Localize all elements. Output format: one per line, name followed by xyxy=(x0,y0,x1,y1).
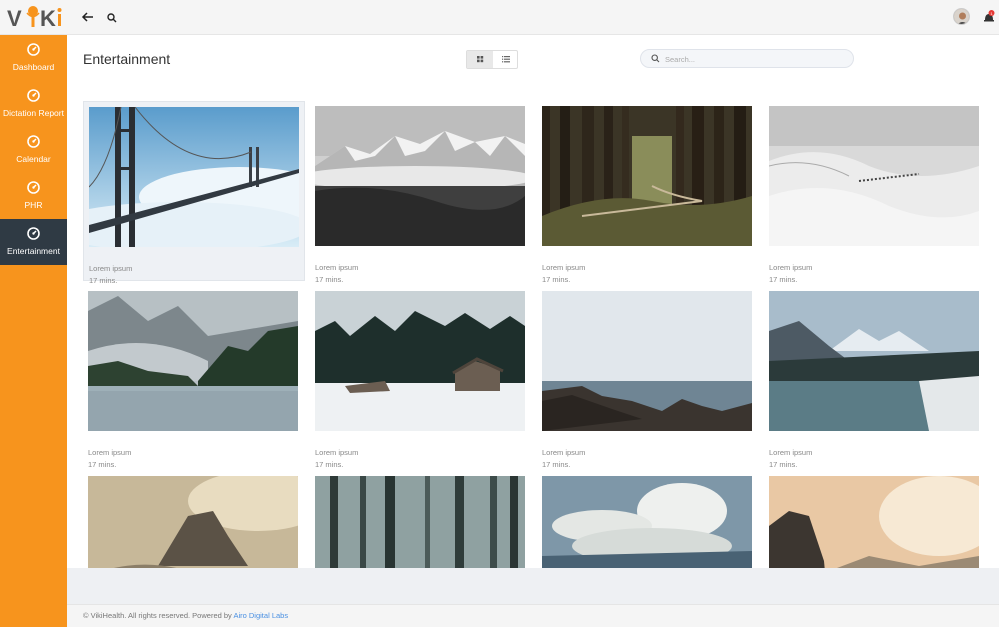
notification-button[interactable]: 1 xyxy=(983,10,995,24)
media-card[interactable]: Lorem ipsum 17 mins. xyxy=(764,286,986,469)
svg-text:V: V xyxy=(7,6,22,31)
sidebar-item-dictation-report[interactable]: Dictation Report xyxy=(0,81,67,127)
footer-link[interactable]: Airo Digital Labs xyxy=(233,611,288,620)
media-thumbnail xyxy=(542,476,752,568)
arrow-left-icon xyxy=(81,12,93,22)
media-thumbnail xyxy=(315,106,525,246)
media-title: Lorem ipsum xyxy=(769,263,813,272)
bell-icon: 1 xyxy=(984,10,995,22)
user-avatar[interactable] xyxy=(953,8,970,25)
top-bar: V K 1 xyxy=(0,0,999,35)
sidebar-item-label: Calendar xyxy=(16,154,51,164)
grid-view-button[interactable] xyxy=(467,51,493,68)
media-thumbnail xyxy=(88,476,298,568)
list-view-icon xyxy=(502,56,510,63)
phr-icon xyxy=(27,181,40,194)
media-card[interactable]: Lorem ipsum 17 mins. xyxy=(764,101,986,284)
media-card[interactable]: Lorem ipsum 17 mins. xyxy=(83,286,305,469)
search-input[interactable] xyxy=(665,52,845,66)
media-duration: 17 mins. xyxy=(542,460,571,469)
media-thumbnail xyxy=(88,291,298,431)
media-thumbnail xyxy=(769,291,979,431)
search-icon xyxy=(107,13,117,23)
media-card[interactable]: Lorem ipsum 17 mins. xyxy=(310,286,532,469)
sidebar-item-label: Dashboard xyxy=(12,62,55,72)
entertainment-icon xyxy=(27,227,40,240)
sidebar-item-label: PHR xyxy=(24,200,43,210)
viki-logo[interactable]: V K xyxy=(6,3,64,31)
media-title: Lorem ipsum xyxy=(769,448,813,457)
svg-text:K: K xyxy=(40,6,56,31)
media-thumbnail xyxy=(315,291,525,431)
media-thumbnail xyxy=(542,291,752,431)
media-card[interactable]: Lorem ipsum 17 mins. xyxy=(537,286,759,469)
sidebar-item-label: Dictation Report xyxy=(3,108,64,118)
media-card[interactable]: Lorem ipsum 17 mins. xyxy=(310,101,532,284)
media-thumbnail xyxy=(315,476,525,568)
media-thumbnail xyxy=(542,106,752,246)
media-card[interactable] xyxy=(537,471,759,568)
media-thumbnail xyxy=(769,106,979,246)
media-card[interactable]: Lorem ipsum 17 mins. xyxy=(537,101,759,284)
media-duration: 17 mins. xyxy=(769,275,798,284)
sidebar-item-label: Entertainment xyxy=(7,246,60,256)
top-search-button[interactable] xyxy=(106,11,118,23)
back-button[interactable] xyxy=(80,9,96,25)
media-grid: Lorem ipsum 17 mins. Lorem ipsum 17 mins… xyxy=(67,90,999,568)
media-card[interactable] xyxy=(310,471,532,568)
media-duration: 17 mins. xyxy=(88,460,117,469)
copyright-text: © VikiHealth. All rights reserved. Power… xyxy=(83,611,232,620)
footer: © VikiHealth. All rights reserved. Power… xyxy=(67,604,999,627)
media-duration: 17 mins. xyxy=(315,275,344,284)
media-duration: 17 mins. xyxy=(542,275,571,284)
media-title: Lorem ipsum xyxy=(89,264,133,273)
sidebar-item-phr[interactable]: PHR xyxy=(0,173,67,219)
sidebar-item-calendar[interactable]: Calendar xyxy=(0,127,67,173)
dictation-icon xyxy=(27,89,40,102)
media-card[interactable] xyxy=(764,471,986,568)
media-thumbnail xyxy=(769,476,979,568)
media-title: Lorem ipsum xyxy=(88,448,132,457)
view-toggle xyxy=(466,50,518,69)
media-title: Lorem ipsum xyxy=(542,448,586,457)
search-field xyxy=(640,49,854,68)
footer-text: © VikiHealth. All rights reserved. Power… xyxy=(83,611,288,620)
dashboard-icon xyxy=(27,43,40,56)
media-title: Lorem ipsum xyxy=(315,263,359,272)
media-duration: 17 mins. xyxy=(89,276,118,285)
page-title: Entertainment xyxy=(83,51,171,67)
media-card[interactable] xyxy=(83,471,305,568)
sidebar: Dashboard Dictation Report Calendar PHR xyxy=(0,35,67,627)
content-bottom-band xyxy=(67,568,999,604)
media-duration: 17 mins. xyxy=(769,460,798,469)
sidebar-item-entertainment[interactable]: Entertainment xyxy=(0,219,67,265)
media-card[interactable]: Lorem ipsum 17 mins. xyxy=(83,101,305,285)
sidebar-item-dashboard[interactable]: Dashboard xyxy=(0,35,67,81)
grid-view-icon xyxy=(477,56,484,63)
media-duration: 17 mins. xyxy=(315,460,344,469)
media-title: Lorem ipsum xyxy=(315,448,359,457)
media-thumbnail xyxy=(89,107,299,247)
list-view-button[interactable] xyxy=(493,51,519,68)
search-icon xyxy=(651,54,660,63)
calendar-icon xyxy=(27,135,40,148)
media-title: Lorem ipsum xyxy=(542,263,586,272)
